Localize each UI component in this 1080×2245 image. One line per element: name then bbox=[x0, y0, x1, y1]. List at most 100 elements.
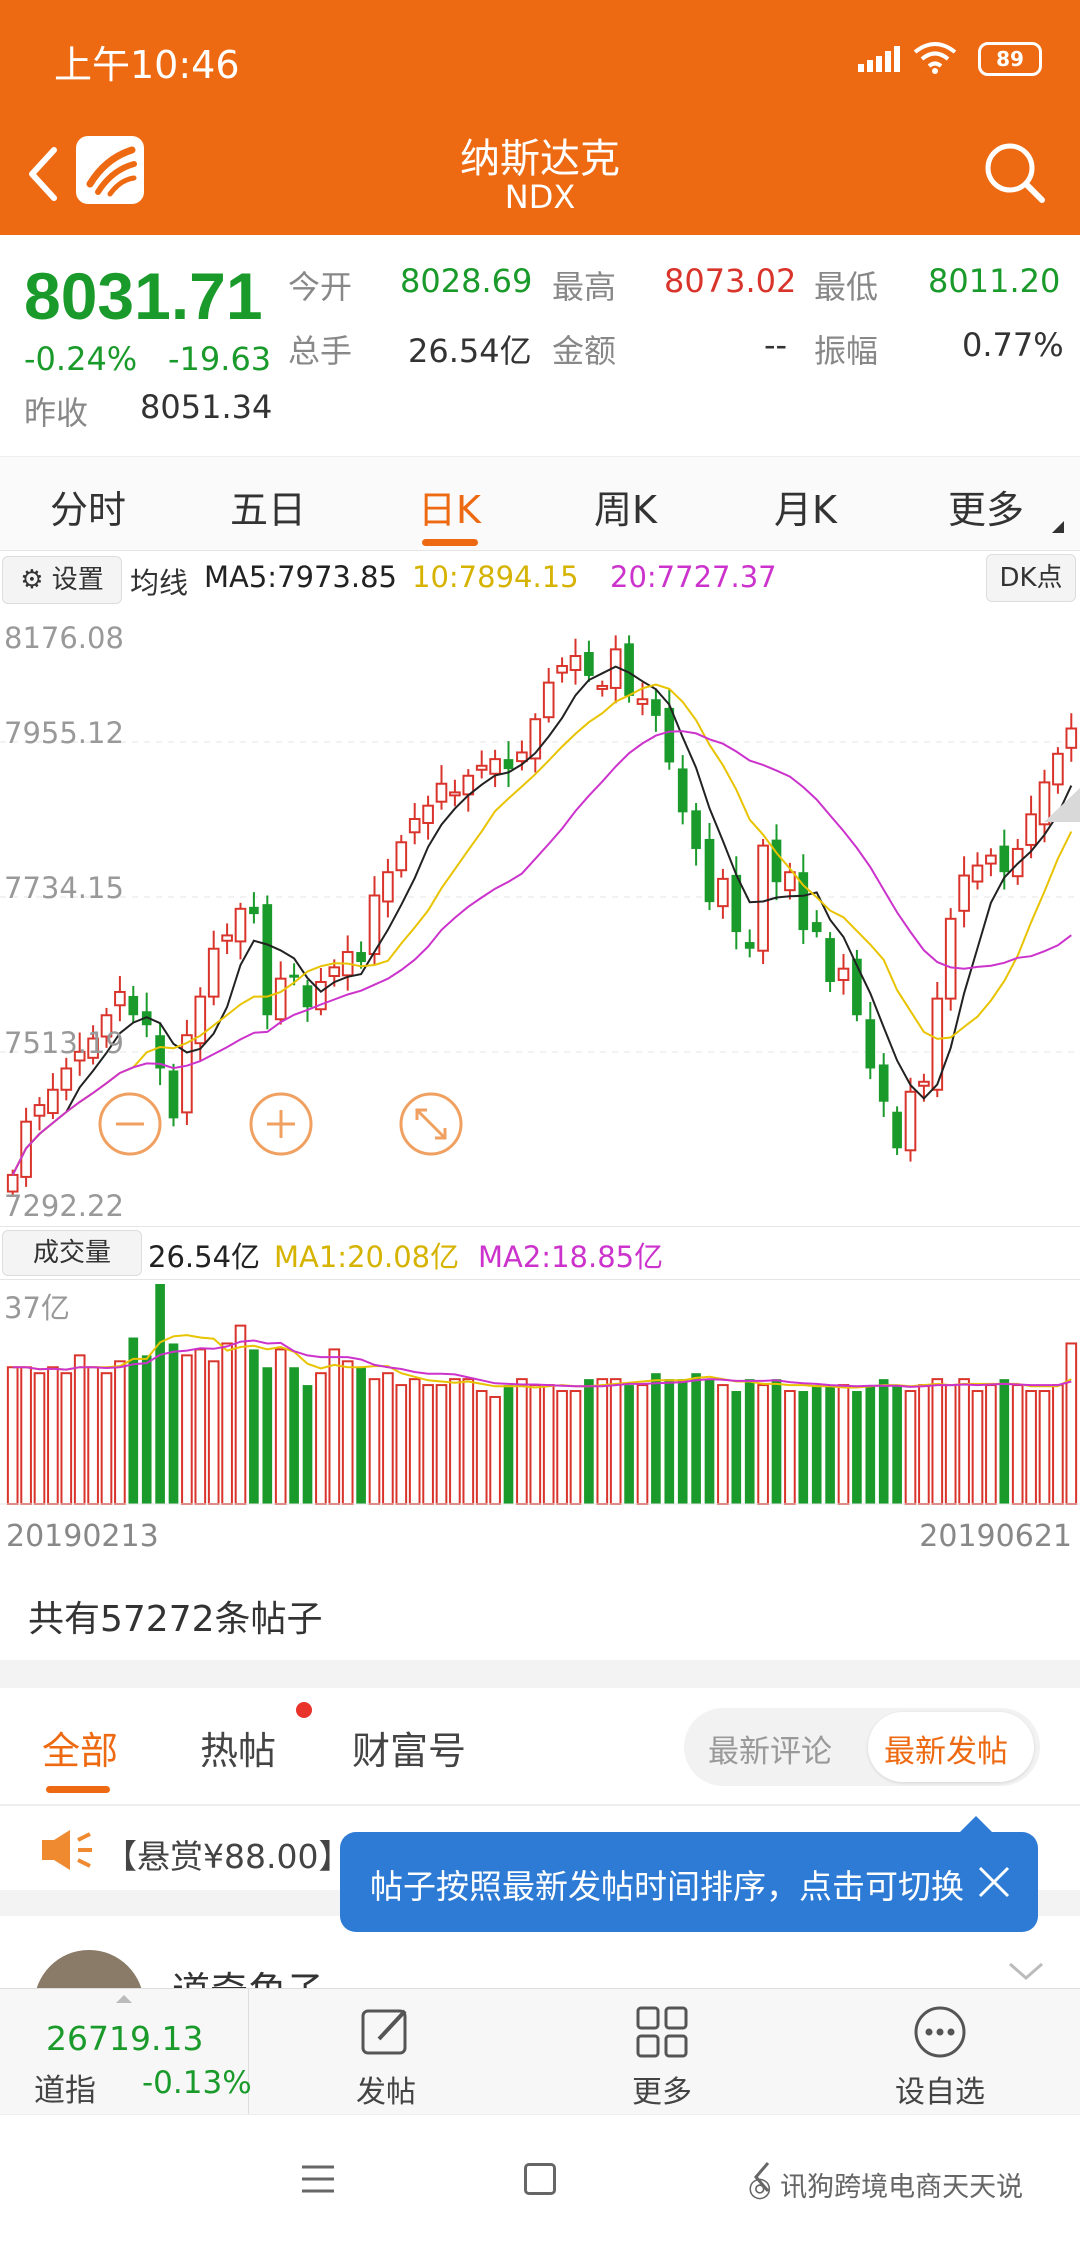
candle bbox=[302, 985, 313, 1008]
system-nav-bar: ◎ 讯狗跨境电商天天说 bbox=[0, 2114, 1080, 2245]
volume-bar bbox=[931, 1378, 944, 1505]
active-post-tab-indicator bbox=[46, 1786, 110, 1793]
volume-bar bbox=[677, 1379, 688, 1504]
open-value: 8028.69 bbox=[400, 262, 533, 300]
section-divider bbox=[0, 1660, 1080, 1688]
post-button[interactable]: 发帖 bbox=[296, 1989, 476, 2111]
prev-close-label: 昨收 bbox=[24, 394, 89, 432]
sort-tooltip[interactable]: 帖子按照最新发帖时间排序，点击可切换 bbox=[340, 1816, 1038, 1932]
candle bbox=[60, 1067, 73, 1091]
x-axis-end-date: 20190621 bbox=[919, 1519, 1072, 1548]
ma-label: 均线 bbox=[130, 566, 189, 600]
tab-weekly-k[interactable]: 周K bbox=[594, 479, 657, 534]
speaker-icon bbox=[42, 1830, 92, 1870]
candle bbox=[865, 1019, 876, 1069]
chart-settings-button[interactable]: ⚙ 设置 bbox=[2, 556, 122, 604]
up-arrow-icon bbox=[116, 1995, 132, 2003]
chevron-down-icon[interactable] bbox=[1006, 1960, 1046, 1984]
candle bbox=[878, 1064, 889, 1102]
candle bbox=[289, 974, 299, 978]
volume-bar bbox=[462, 1378, 475, 1505]
candle bbox=[704, 838, 715, 903]
volume-bar bbox=[181, 1354, 193, 1505]
fullscreen-button[interactable] bbox=[399, 1092, 463, 1156]
volume-bar bbox=[503, 1385, 514, 1504]
post-username[interactable]: 道奇角子 bbox=[172, 1960, 324, 1990]
volume-bar bbox=[356, 1367, 366, 1504]
amplitude-value: 0.77% bbox=[962, 326, 1064, 364]
close-icon[interactable] bbox=[976, 1864, 1012, 1900]
bottom-toolbar: 26719.13 道指 -0.13% 发帖 更多 设自选 bbox=[0, 1988, 1080, 2115]
watermark: ◎ 讯狗跨境电商天天说 bbox=[748, 2165, 1023, 2204]
candle bbox=[503, 759, 514, 770]
volume-bar bbox=[168, 1343, 179, 1504]
sort-latest-post[interactable]: 最新发帖 bbox=[884, 1726, 1008, 1771]
volume-ma2: MA2:18.85亿 bbox=[478, 1240, 664, 1274]
reward-notice[interactable]: 【悬赏¥88.00】 bbox=[104, 1830, 351, 1878]
candle bbox=[274, 977, 287, 1021]
high-value: 8073.02 bbox=[664, 262, 797, 300]
volume-bar bbox=[798, 1391, 809, 1504]
tab-daily-k[interactable]: 日K bbox=[418, 479, 481, 534]
tab-five-day[interactable]: 五日 bbox=[230, 479, 306, 534]
more-button[interactable]: 更多 bbox=[572, 1989, 752, 2111]
volume-bar bbox=[194, 1348, 207, 1505]
candle bbox=[395, 841, 408, 872]
dropdown-corner-icon bbox=[1052, 521, 1064, 533]
search-icon[interactable] bbox=[980, 138, 1050, 208]
volume-bar bbox=[6, 1366, 19, 1505]
volume-bar bbox=[60, 1372, 73, 1505]
ma5-value: MA5:7973.85 bbox=[204, 560, 398, 594]
candle bbox=[207, 947, 220, 998]
tab-hot-posts[interactable]: 热帖 bbox=[200, 1720, 276, 1775]
volume-bar bbox=[569, 1390, 582, 1505]
volume-bar bbox=[704, 1379, 715, 1504]
home-icon[interactable] bbox=[524, 2163, 556, 2195]
grid-icon bbox=[636, 2006, 688, 2058]
volume-bar bbox=[771, 1379, 782, 1504]
volume-bar bbox=[904, 1390, 917, 1505]
candle bbox=[33, 1104, 46, 1117]
tab-more[interactable]: 更多 bbox=[948, 479, 1024, 534]
volume-indicator-button[interactable]: 成交量 bbox=[2, 1230, 142, 1276]
volume-bar bbox=[489, 1395, 501, 1505]
dk-point-button[interactable]: DK点 bbox=[986, 554, 1076, 602]
change-value: -19.63 bbox=[168, 340, 272, 378]
candle bbox=[47, 1088, 59, 1115]
volume-chart: 37亿 20190213 20190621 bbox=[0, 1284, 1080, 1548]
zoom-in-button[interactable] bbox=[249, 1092, 313, 1156]
tab-all-posts[interactable]: 全部 bbox=[42, 1720, 118, 1775]
volume-bar bbox=[999, 1379, 1010, 1504]
candle bbox=[985, 854, 997, 865]
notice-divider bbox=[0, 1804, 1080, 1806]
tooltip-arrow bbox=[960, 1816, 992, 1832]
volume-bar bbox=[837, 1384, 850, 1505]
sort-latest-comment[interactable]: 最新评论 bbox=[708, 1726, 832, 1771]
tab-wealth-account[interactable]: 财富号 bbox=[352, 1720, 466, 1775]
add-watchlist-button[interactable]: 设自选 bbox=[850, 1989, 1030, 2111]
status-time: 上午10:46 bbox=[54, 43, 240, 87]
volume-bar bbox=[100, 1372, 113, 1505]
change-percent: -0.24% bbox=[24, 340, 138, 378]
tab-monthly-k[interactable]: 月K bbox=[774, 479, 837, 534]
candle bbox=[664, 707, 675, 763]
menu-icon[interactable] bbox=[300, 2163, 336, 2195]
volume-bar bbox=[234, 1324, 247, 1505]
volume-bar bbox=[128, 1337, 139, 1504]
candle bbox=[234, 907, 247, 943]
volume-bar bbox=[221, 1342, 233, 1505]
active-tab-indicator bbox=[422, 539, 478, 546]
tab-intraday[interactable]: 分时 bbox=[50, 479, 126, 534]
volume-bar bbox=[717, 1384, 729, 1505]
candlestick-chart[interactable]: 8176.08 7955.12 7734.15 7513.19 7292.22 bbox=[0, 606, 1080, 1226]
index-ticker[interactable]: 26719.13 道指 -0.13% bbox=[0, 1989, 252, 2115]
candle bbox=[221, 934, 233, 942]
index-value: 26719.13 bbox=[46, 2019, 204, 2058]
volume-bar bbox=[1038, 1390, 1051, 1505]
candle bbox=[516, 751, 528, 763]
wechat-icon: ◎ bbox=[748, 2172, 772, 2203]
volume-bar bbox=[529, 1384, 542, 1505]
volume-bar bbox=[918, 1384, 930, 1505]
zoom-out-button[interactable] bbox=[98, 1092, 162, 1156]
candle bbox=[1038, 781, 1051, 826]
